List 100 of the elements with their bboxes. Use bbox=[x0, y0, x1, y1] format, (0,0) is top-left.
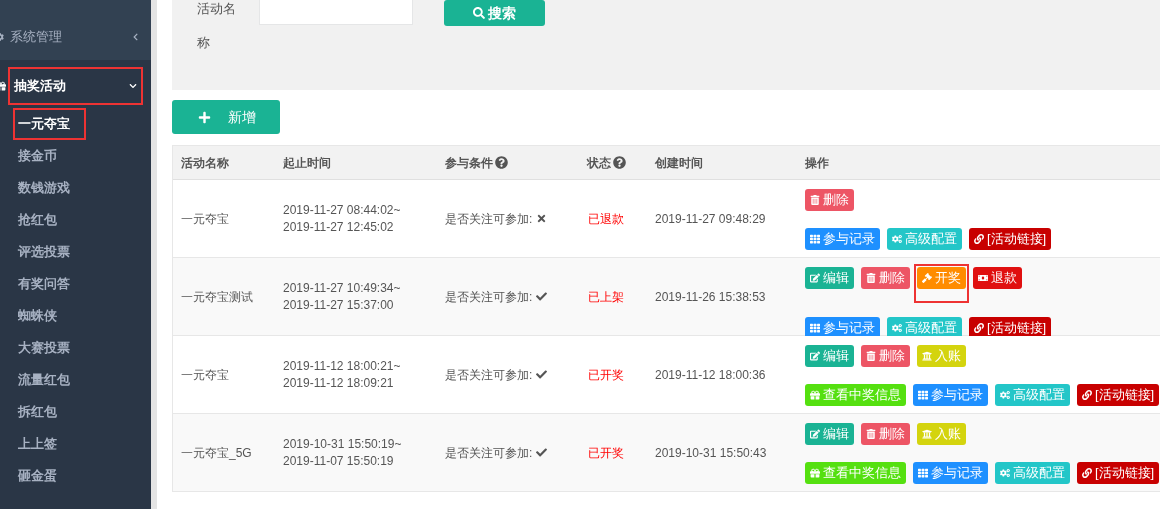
column-header: 状态 bbox=[587, 154, 611, 172]
action-button[interactable]: 参与记录 bbox=[913, 384, 988, 406]
table-cell: 2019-11-26 15:38:53 bbox=[655, 289, 766, 304]
sidebar-item[interactable]: 有奖问答 bbox=[13, 268, 75, 300]
input-field[interactable] bbox=[259, 0, 413, 25]
table-cell-text: 2019-11-27 08:44:02~ bbox=[283, 201, 402, 219]
sidebar-item[interactable]: 拆红包 bbox=[13, 396, 62, 428]
sidebar-item[interactable]: 砸金蛋 bbox=[13, 460, 62, 492]
add-button[interactable]: 新增 bbox=[172, 100, 280, 134]
column-header: 参与条件 bbox=[445, 154, 493, 172]
gears-icon bbox=[1000, 468, 1010, 478]
table-cell: 一元夺宝 bbox=[181, 367, 229, 382]
link-icon bbox=[1082, 390, 1092, 400]
column-header: 操作 bbox=[805, 154, 829, 172]
action-button[interactable]: 编辑 bbox=[805, 423, 854, 445]
action-button[interactable]: [活动链接] bbox=[969, 228, 1052, 250]
status-text: 已上架 bbox=[588, 289, 624, 304]
table-icon bbox=[918, 390, 928, 400]
gift-icon bbox=[810, 390, 820, 400]
sidebar-item[interactable]: 一元夺宝 bbox=[13, 108, 86, 140]
status-text: 已开奖 bbox=[588, 367, 624, 382]
column-header: 起止时间 bbox=[283, 154, 331, 172]
banknote-icon bbox=[978, 273, 988, 283]
sidebar-item[interactable]: 上上签 bbox=[13, 428, 62, 460]
action-button[interactable]: 开奖 bbox=[917, 267, 966, 289]
bank-icon bbox=[922, 351, 932, 361]
action-button[interactable]: [活动链接] bbox=[1077, 462, 1160, 484]
table-cell-text: 是否关注可参加: bbox=[445, 288, 533, 306]
action-button[interactable]: [活动链接] bbox=[969, 317, 1052, 339]
sidebar-group-label: 系统管理 bbox=[10, 28, 63, 47]
link-icon bbox=[974, 234, 984, 244]
gears-icon bbox=[892, 234, 902, 244]
gears-icon bbox=[1000, 390, 1010, 400]
sidebar-item[interactable]: 评选投票 bbox=[13, 236, 75, 268]
sidebar-group-label: 抽奖活动 bbox=[14, 77, 67, 96]
gift-icon bbox=[810, 468, 820, 478]
sidebar-item[interactable]: 流量红包 bbox=[13, 364, 75, 396]
action-button[interactable]: 删除 bbox=[861, 423, 910, 445]
status-text: 已退款 bbox=[588, 211, 624, 226]
gears-icon bbox=[892, 323, 902, 333]
table-cell: 一元夺宝测试 bbox=[181, 289, 253, 304]
edit-icon bbox=[810, 351, 820, 361]
sidebar-item[interactable]: 抢红包 bbox=[13, 204, 62, 236]
trash-icon bbox=[810, 195, 820, 205]
action-button[interactable]: 退款 bbox=[973, 267, 1022, 289]
link-icon bbox=[974, 323, 984, 333]
chevron-down-icon bbox=[129, 82, 137, 90]
action-button[interactable]: 高级配置 bbox=[887, 317, 962, 339]
action-button[interactable]: 查看中奖信息 bbox=[805, 462, 906, 484]
table-cell: 2019-10-31 15:50:43 bbox=[655, 445, 767, 460]
status-text: 已开奖 bbox=[588, 445, 624, 460]
sidebar-item[interactable]: 数钱游戏 bbox=[13, 172, 75, 204]
action-button[interactable]: 查看中奖信息 bbox=[805, 384, 906, 406]
table-icon bbox=[810, 234, 820, 244]
table-cell-text: 2019-11-27 10:49:34~ bbox=[283, 279, 402, 297]
edit-icon bbox=[810, 429, 820, 439]
sidebar-item[interactable]: 蜘蛛侠 bbox=[13, 300, 62, 332]
column-header: 创建时间 bbox=[655, 154, 703, 172]
action-button[interactable]: [活动链接] bbox=[1077, 384, 1160, 406]
action-button[interactable]: 参与记录 bbox=[805, 317, 880, 339]
search-button[interactable]: 搜索 bbox=[444, 0, 545, 26]
table-cell: 2019-11-12 18:00:36 bbox=[655, 367, 766, 382]
action-button[interactable]: 高级配置 bbox=[887, 228, 962, 250]
table-cell: 2019-11-27 09:48:29 bbox=[655, 211, 766, 226]
trash-icon bbox=[866, 273, 876, 283]
search-icon bbox=[473, 7, 485, 19]
table-cell: 一元夺宝_5G bbox=[181, 445, 252, 460]
table-cell-text: 是否关注可参加: bbox=[445, 444, 533, 462]
search-label: 活动名称 bbox=[197, 0, 237, 52]
table-cell-text: 是否关注可参加: bbox=[445, 210, 533, 228]
column-header: 活动名称 bbox=[181, 154, 229, 172]
sidebar-item[interactable]: 大赛投票 bbox=[13, 332, 75, 364]
bank-icon bbox=[922, 429, 932, 439]
table-icon bbox=[810, 323, 820, 333]
trash-icon bbox=[866, 429, 876, 439]
action-button[interactable]: 编辑 bbox=[805, 267, 854, 289]
table-cell-text: 2019-11-27 12:45:02 bbox=[283, 218, 395, 236]
table-cell-text: 2019-11-27 15:37:00 bbox=[283, 296, 395, 314]
plus-icon bbox=[198, 110, 211, 124]
action-button[interactable]: 删除 bbox=[861, 267, 910, 289]
trash-icon bbox=[866, 351, 876, 361]
table-cell: 一元夺宝 bbox=[181, 211, 229, 226]
sidebar-group[interactable]: 系统管理 bbox=[0, 0, 151, 60]
table-cell-text: 2019-11-12 18:00:21~ bbox=[283, 357, 402, 375]
action-button[interactable]: 参与记录 bbox=[805, 228, 880, 250]
chevron-left-icon bbox=[132, 33, 139, 41]
sidebar-item[interactable]: 接金币 bbox=[13, 140, 62, 172]
table-icon bbox=[918, 468, 928, 478]
action-button[interactable]: 编辑 bbox=[805, 345, 854, 367]
action-button[interactable]: 高级配置 bbox=[995, 462, 1070, 484]
table-cell-text: 2019-10-31 15:50:19~ bbox=[283, 435, 403, 453]
table-cell-text: 是否关注可参加: bbox=[445, 366, 533, 384]
action-button[interactable]: 删除 bbox=[805, 189, 854, 211]
table-cell-text: 2019-11-12 18:09:21 bbox=[283, 374, 395, 392]
link-icon bbox=[1082, 468, 1092, 478]
action-button[interactable]: 删除 bbox=[861, 345, 910, 367]
table-cell-text: 2019-11-07 15:50:19 bbox=[283, 452, 395, 470]
gavel-icon bbox=[922, 273, 932, 283]
action-button[interactable]: 高级配置 bbox=[995, 384, 1070, 406]
action-button[interactable]: 参与记录 bbox=[913, 462, 988, 484]
